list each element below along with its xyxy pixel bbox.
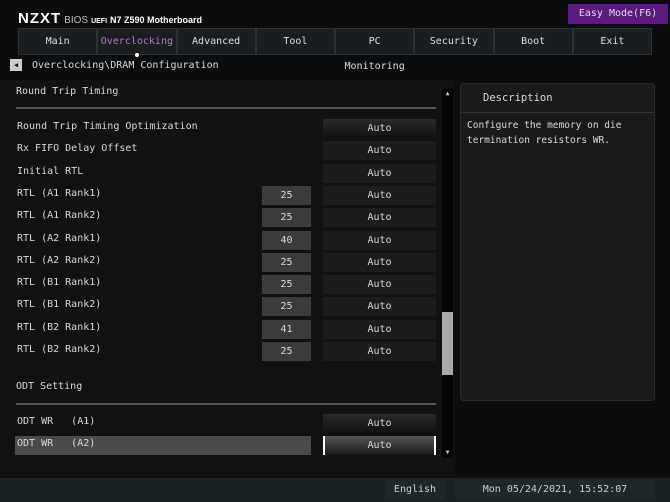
setting-row[interactable]: RTL (B2 Rank2) 25 Auto xyxy=(15,342,436,361)
divider xyxy=(16,403,436,405)
setting-dropdown[interactable]: Auto xyxy=(323,319,436,339)
datetime-display[interactable]: Mon 05/24/2021, 15:52:07 xyxy=(455,480,655,500)
description-panel: Description Configure the memory on die … xyxy=(460,83,655,401)
setting-label: RTL (B2 Rank2) xyxy=(17,344,102,355)
setting-row[interactable]: RTL (A1 Rank1) 25 Auto xyxy=(15,185,436,205)
setting-label: ODT WR (A1) xyxy=(17,416,96,427)
setting-dropdown[interactable]: Auto xyxy=(323,252,436,272)
setting-label: RTL (B2 Rank1) xyxy=(17,321,102,333)
setting-row[interactable]: Rx FIFO Delay Offset Auto xyxy=(15,141,436,161)
setting-row[interactable]: ODT WR (A2) Auto xyxy=(15,436,436,456)
main-tabs: Main Overclocking Advanced Tool PC Monitorin… xyxy=(18,28,652,72)
value-input[interactable]: 25 xyxy=(262,185,311,205)
setting-dropdown[interactable]: Auto xyxy=(323,297,436,317)
setting-label: RTL (A1 Rank1) xyxy=(17,187,102,199)
setting-dropdown[interactable]: Auto xyxy=(323,275,436,295)
breadcrumb: ◀ Overclocking\DRAM Configuration xyxy=(10,59,219,71)
tab-boot[interactable]: Boot xyxy=(493,28,573,55)
setting-dropdown[interactable]: Auto xyxy=(323,436,436,456)
tab-overclocking[interactable]: Overclocking xyxy=(97,28,177,55)
tab-advanced[interactable]: Advanced xyxy=(176,28,256,55)
value-input[interactable]: 25 xyxy=(262,342,311,361)
scroll-up-icon[interactable]: ▲ xyxy=(442,88,453,99)
setting-row[interactable]: RTL (B2 Rank1) 41 Auto xyxy=(15,319,436,339)
value-input[interactable]: 25 xyxy=(262,208,311,228)
scroll-down-icon[interactable]: ▼ xyxy=(442,447,453,458)
tab-tool[interactable]: Tool xyxy=(255,28,335,55)
scrollbar[interactable]: ▲ ▼ xyxy=(442,88,453,458)
setting-row[interactable]: Initial RTL Auto xyxy=(15,163,436,183)
setting-row[interactable]: RTL (A1 Rank2) 25 Auto xyxy=(15,208,436,228)
tab-security[interactable]: Security xyxy=(414,28,494,55)
breadcrumb-text: Overclocking\DRAM Configuration xyxy=(32,59,219,71)
setting-label: Round Trip Timing Optimization xyxy=(17,121,198,132)
value-input[interactable]: 25 xyxy=(262,275,311,295)
brand: NZXT xyxy=(18,10,62,27)
uefi-label: UEFI xyxy=(91,18,108,25)
setting-row[interactable]: Round Trip Timing Optimization Auto xyxy=(15,119,436,138)
setting-dropdown[interactable]: Auto xyxy=(323,208,436,228)
setting-row[interactable]: RTL (A2 Rank1) 40 Auto xyxy=(15,230,436,250)
setting-label: RTL (A2 Rank1) xyxy=(17,232,102,244)
setting-dropdown[interactable]: Auto xyxy=(323,342,436,361)
scrollbar-thumb[interactable] xyxy=(442,312,453,375)
description-title: Description xyxy=(461,84,654,113)
setting-label: RTL (A1 Rank2) xyxy=(17,210,102,222)
section-odt-setting: ODT Setting xyxy=(16,381,83,392)
description-text: Configure the memory on die termination … xyxy=(467,120,622,146)
setting-label: Initial RTL xyxy=(17,165,84,177)
value-input[interactable]: 25 xyxy=(262,252,311,272)
setting-dropdown[interactable]: Auto xyxy=(323,119,436,138)
value-input[interactable]: 25 xyxy=(262,297,311,317)
tab-main[interactable]: Main xyxy=(18,28,98,55)
easy-mode-button[interactable]: Easy Mode(F6) xyxy=(568,4,668,24)
setting-dropdown[interactable]: Auto xyxy=(323,414,436,433)
section-round-trip-timing: Round Trip Timing xyxy=(16,86,119,97)
setting-row[interactable]: ODT WR (A1) Auto xyxy=(15,414,436,433)
setting-label: Rx FIFO Delay Offset xyxy=(17,143,138,155)
nzxt-logo: NZXT BIOS UEFI N7 Z590 Motherboard xyxy=(18,10,202,27)
setting-label: ODT WR (A2) xyxy=(17,438,96,450)
setting-row[interactable]: RTL (B1 Rank2) 25 Auto xyxy=(15,297,436,317)
setting-label: RTL (B1 Rank2) xyxy=(17,299,102,311)
setting-label: RTL (A2 Rank2) xyxy=(17,254,102,266)
setting-row[interactable]: RTL (A2 Rank2) 25 Auto xyxy=(15,252,436,272)
setting-dropdown[interactable]: Auto xyxy=(323,185,436,205)
setting-row[interactable]: RTL (B1 Rank1) 25 Auto xyxy=(15,275,436,295)
tab-exit[interactable]: Exit xyxy=(572,28,652,55)
settings-panel: Round Trip Timing Round Trip Timing Opti… xyxy=(0,80,455,476)
language-button[interactable]: English xyxy=(385,480,445,500)
setting-dropdown[interactable]: Auto xyxy=(323,230,436,250)
value-input[interactable]: 40 xyxy=(262,230,311,250)
setting-dropdown[interactable]: Auto xyxy=(323,163,436,183)
model-name: N7 Z590 Motherboard xyxy=(110,15,203,25)
back-arrow-icon[interactable]: ◀ xyxy=(10,59,22,71)
setting-dropdown[interactable]: Auto xyxy=(323,141,436,161)
setting-label: RTL (B1 Rank1) xyxy=(17,277,102,289)
value-input[interactable]: 41 xyxy=(262,319,311,339)
tab-pc-monitoring[interactable]: PC Monitoring xyxy=(335,28,415,72)
divider xyxy=(16,107,436,109)
bios-label: BIOS xyxy=(64,15,89,26)
